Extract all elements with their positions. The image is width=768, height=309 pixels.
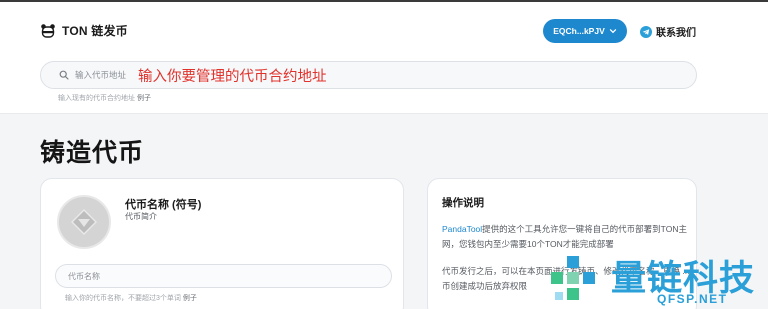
- token-name-help: 输入你的代币名称，不要超过3个单词 例子: [65, 293, 197, 303]
- token-address-search[interactable]: 输入代币地址 输入你要管理的代币合约地址: [40, 61, 697, 89]
- page-title: 铸造代币: [40, 139, 145, 167]
- contact-link[interactable]: 联系我们: [640, 24, 696, 39]
- watermark-subtext: QFSP.NET: [657, 292, 728, 306]
- instructions-title: 操作说明: [442, 197, 484, 209]
- brand-name: TON 链发币: [62, 24, 128, 38]
- pandatool-link[interactable]: PandaTool: [442, 224, 482, 234]
- wallet-button[interactable]: EQCh...kPJV: [543, 19, 627, 43]
- brand-link[interactable]: TON 链发币: [40, 22, 128, 39]
- telegram-icon: [640, 25, 652, 38]
- token-name-input[interactable]: 代币名称: [55, 264, 392, 288]
- search-example-link[interactable]: 例子: [137, 95, 151, 102]
- search-help-text: 输入现有的代币合约地址: [58, 95, 135, 102]
- watermark: 量链科技 QFSP.NET: [547, 246, 768, 309]
- token-name-symbol: 代币名称 (符号): [125, 199, 202, 211]
- top-header: TON 链发币 EQCh...kPJV 联系我们 输入代币地址 输入你要管理的代…: [0, 2, 768, 114]
- search-placeholder: 输入代币地址: [75, 70, 127, 80]
- wallet-address: EQCh...kPJV: [553, 26, 605, 36]
- token-description: 代币简介: [125, 212, 157, 221]
- search-hint-overlay: 输入你要管理的代币合约地址: [138, 68, 327, 85]
- panda-logo-icon: [41, 23, 55, 38]
- chevron-down-icon: [609, 29, 616, 34]
- token-name-help-text: 输入你的代币名称，不要超过3个单词: [65, 295, 181, 302]
- contact-label: 联系我们: [656, 28, 696, 39]
- token-form-card: 代币名称 (符号) 代币简介 代币名称 输入你的代币名称，不要超过3个单词 例子: [40, 178, 404, 309]
- token-name-example-link[interactable]: 例子: [183, 295, 197, 302]
- watermark-logo-icon: [551, 256, 595, 300]
- token-image-upload[interactable]: [57, 195, 111, 249]
- token-placeholder-icon: [71, 209, 97, 235]
- search-icon: [59, 70, 69, 80]
- search-help: 输入现有的代币合约地址 例子: [58, 93, 151, 103]
